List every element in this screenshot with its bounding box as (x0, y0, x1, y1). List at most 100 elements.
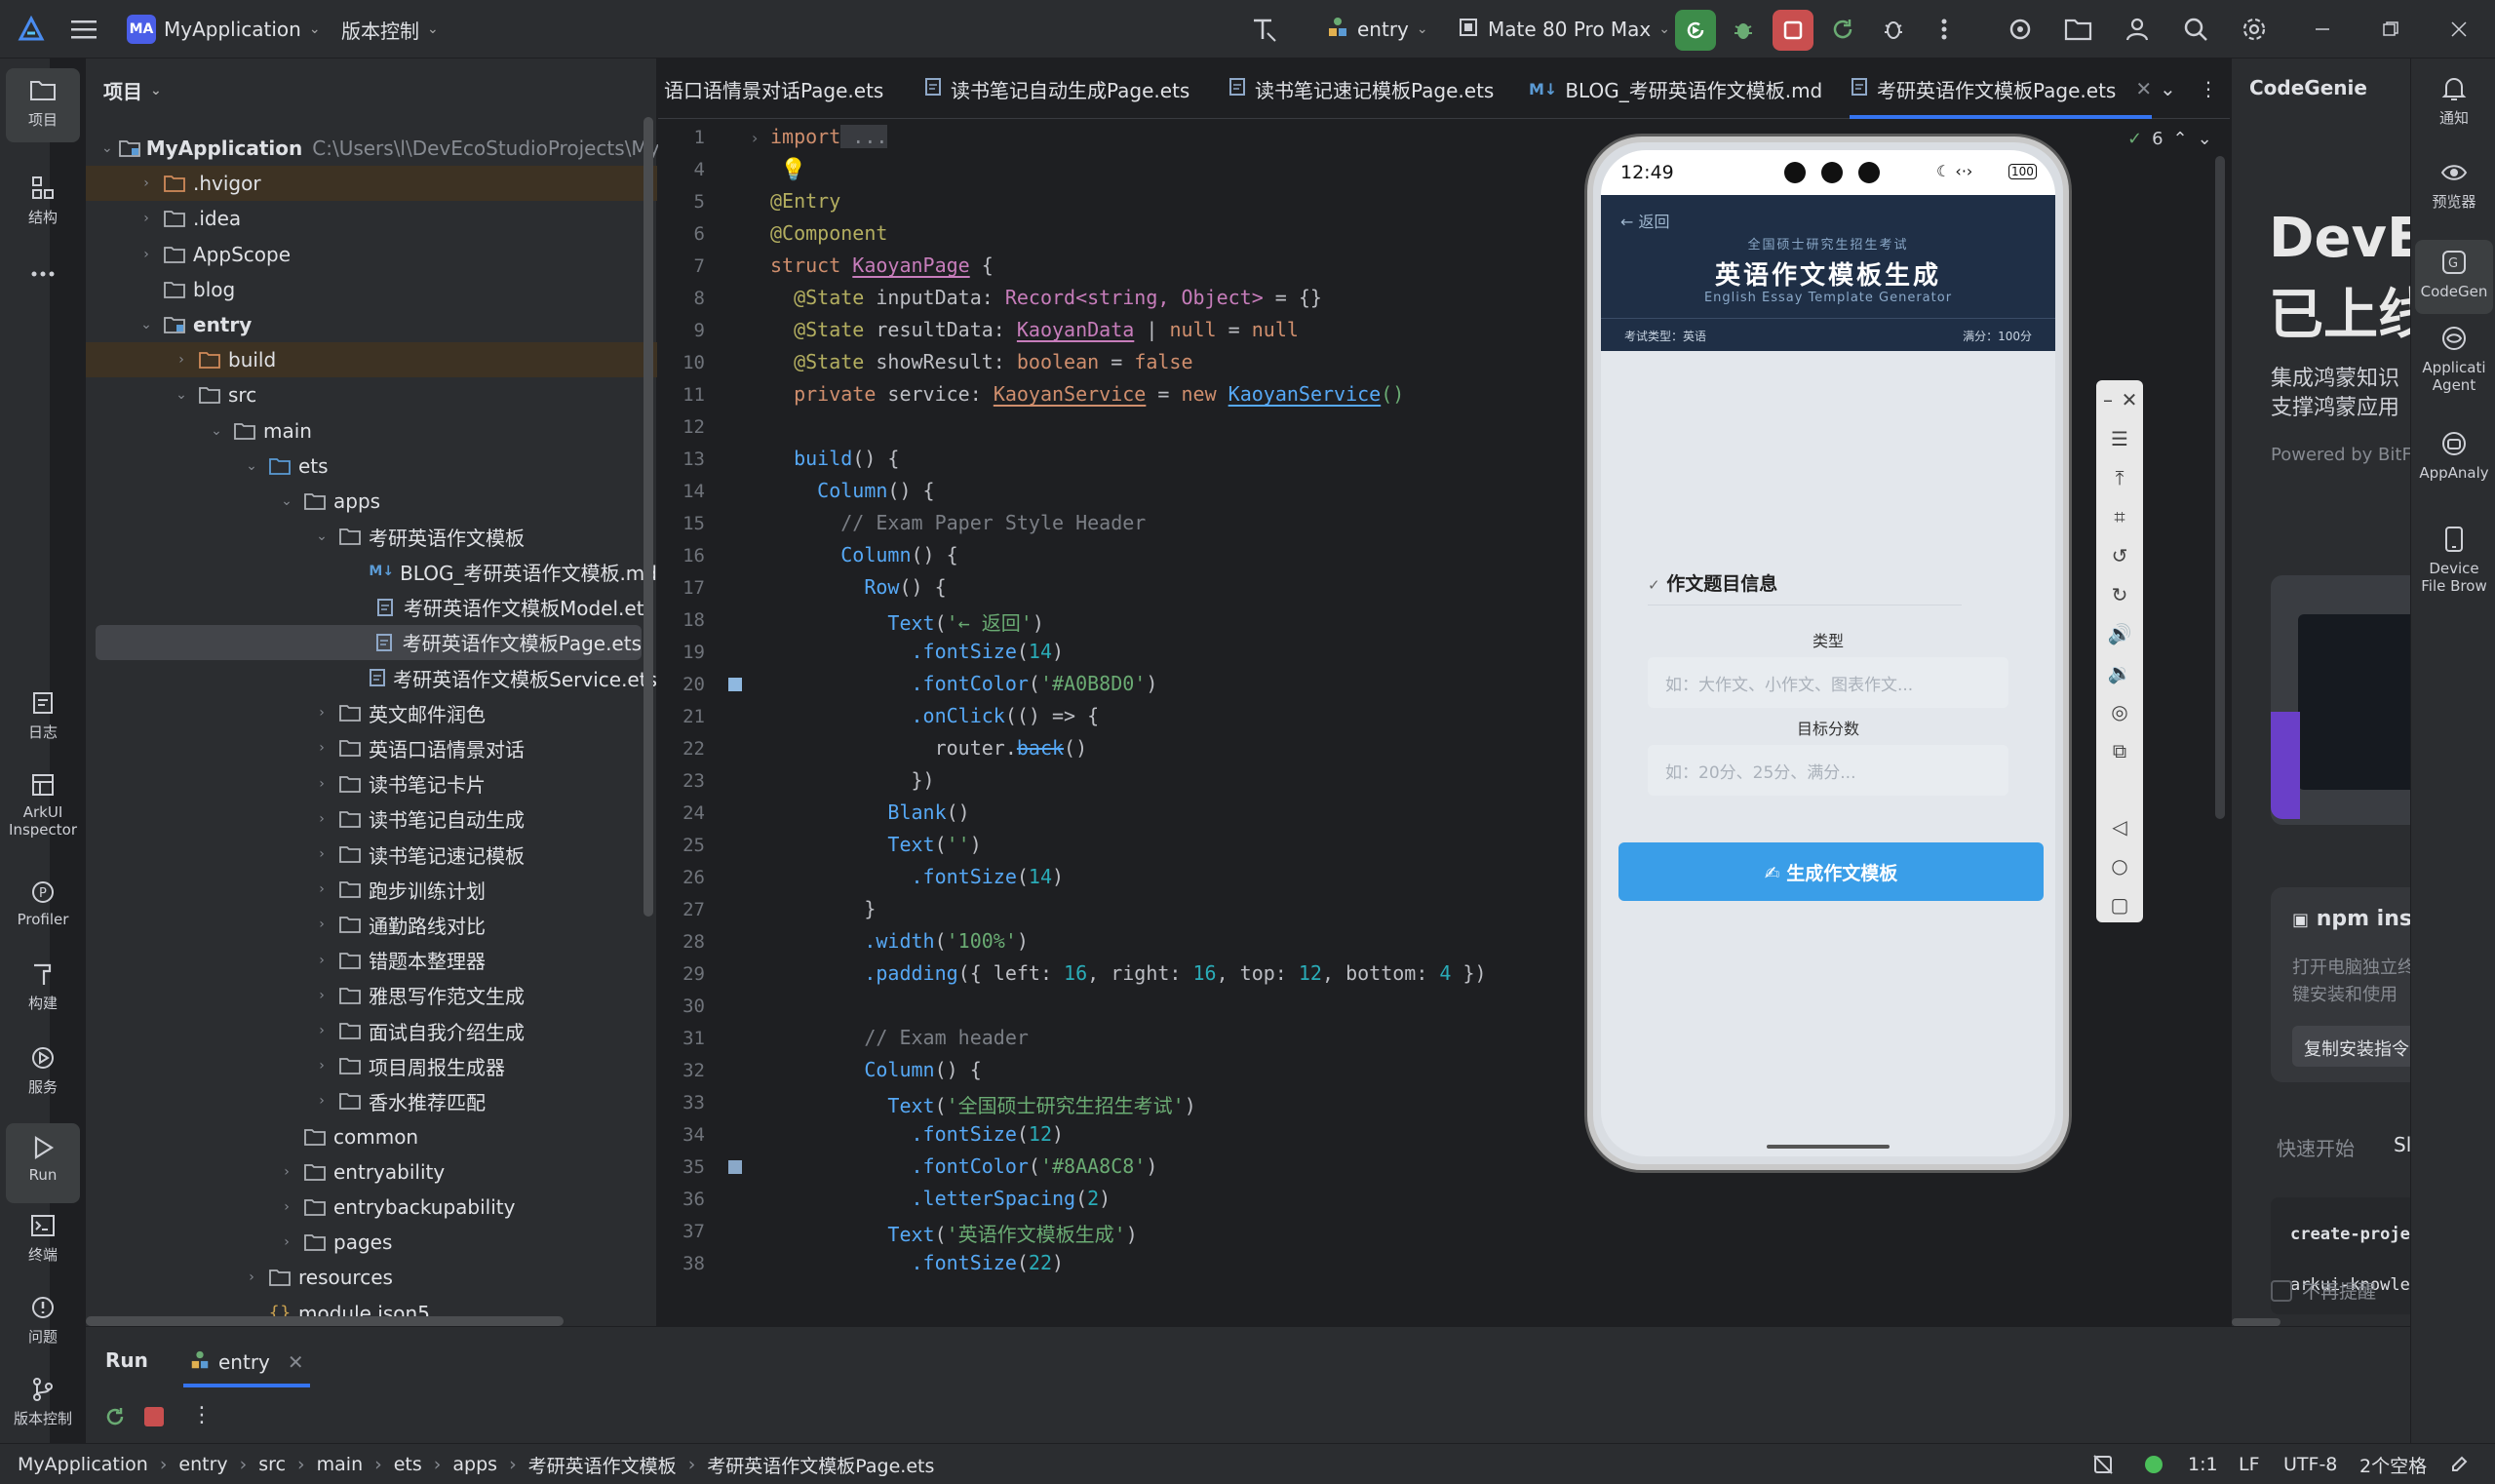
breadcrumb-item[interactable]: ets (394, 1454, 422, 1475)
tree-item[interactable]: › build (86, 342, 657, 378)
tree-item[interactable]: › resources (86, 1260, 657, 1295)
screenshot-icon[interactable]: ⧉ (2108, 739, 2131, 762)
fold-toggle-icon[interactable]: › (752, 129, 758, 147)
vcs-tool-button[interactable]: 版本控制 (0, 1375, 86, 1428)
tree-item[interactable]: › 通勤路线对比 (86, 907, 657, 942)
chevron-right-icon[interactable]: › (242, 1269, 261, 1285)
chevron-right-icon[interactable]: › (312, 1058, 331, 1074)
rotate-left-icon[interactable]: ↺ (2108, 544, 2131, 567)
volume-down-icon[interactable]: 🔉 (2108, 661, 2132, 684)
breadcrumb-item[interactable]: apps (452, 1454, 497, 1475)
chevron-right-icon[interactable]: › (312, 1093, 331, 1109)
settings-gear-icon[interactable] (2239, 14, 2270, 45)
application-agent-button[interactable]: Applicati Agent (2415, 324, 2493, 394)
project-panel-header[interactable]: 项目 ⌄ (103, 76, 162, 104)
tree-item[interactable]: › .idea (86, 201, 657, 236)
horizontal-scrollbar[interactable] (86, 1316, 564, 1326)
chevron-down-icon[interactable]: ⌄ (136, 317, 156, 332)
run-config-selector[interactable]: entry ⌄ (1326, 0, 1428, 59)
tab-list-chevron-icon[interactable]: ⌄ (2160, 59, 2176, 119)
nav-recent-icon[interactable]: ▢ (2108, 893, 2131, 917)
chevron-down-icon[interactable]: ⌄ (277, 493, 296, 509)
inspection-widget[interactable]: ✓ 6 ⌃ ⌄ (2127, 129, 2212, 149)
type-input[interactable]: 如：大作文、小作文、图表作文... (1648, 657, 2008, 708)
chevron-down-icon[interactable]: ⌄ (172, 387, 191, 403)
close-icon[interactable]: ✕ (2122, 388, 2138, 411)
structure-tool-button[interactable]: 结构 (6, 174, 80, 227)
tree-item[interactable]: › 错题本整理器 (86, 943, 657, 978)
tab-more-icon[interactable]: ⋮ (2199, 59, 2218, 119)
more-tools-icon[interactable] (6, 259, 80, 293)
maximize-window-icon[interactable] (2375, 14, 2406, 45)
close-tab-icon[interactable]: ✕ (2135, 77, 2152, 100)
stop-button[interactable] (1773, 10, 1813, 51)
rerun-icon[interactable] (103, 1405, 127, 1433)
chevron-right-icon[interactable]: › (312, 776, 331, 792)
breadcrumb-item[interactable]: MyApplication (18, 1454, 148, 1475)
chevron-right-icon[interactable]: › (312, 811, 331, 827)
tab-spoken-english[interactable]: 语口语情景对话Page.ets (664, 59, 883, 119)
indent-setting[interactable]: 2个空格 (2359, 1444, 2427, 1484)
tree-item[interactable]: ⌄ 考研英语作文模板 (86, 519, 657, 554)
editor-scrollbar[interactable] (2215, 156, 2225, 819)
status-ok-icon[interactable] (2145, 1444, 2163, 1484)
tree-item[interactable]: 考研英语作文模板Page.ets (96, 624, 642, 660)
minimize-window-icon[interactable] (2307, 14, 2338, 45)
debug-icon[interactable] (1728, 14, 1759, 45)
rotate-right-icon[interactable]: ↻ (2108, 583, 2131, 606)
chevron-right-icon[interactable]: › (312, 988, 331, 1003)
tree-item[interactable]: › 读书笔记速记模板 (86, 837, 657, 872)
pin-top-icon[interactable]: ⤒ (2108, 466, 2131, 489)
vcs-menu[interactable]: 版本控制 ⌄ (341, 0, 439, 59)
tree-item[interactable]: › pages (86, 1225, 657, 1260)
terminal-tool-button[interactable]: 终端 (6, 1211, 80, 1265)
tree-item[interactable]: › entryability (86, 1154, 657, 1190)
notifications-button[interactable]: 通知 (2415, 74, 2493, 127)
project-switcher[interactable]: MA MyApplication ⌄ (127, 0, 321, 59)
tab-skills[interactable]: Sl (2394, 1133, 2410, 1156)
device-file-browser-button[interactable]: Device File Brow (2415, 525, 2493, 595)
chevron-right-icon[interactable]: › (312, 1023, 331, 1038)
nav-back-icon[interactable]: ◁ (2108, 815, 2131, 839)
build-tool-button[interactable]: 构建 (6, 959, 80, 1013)
tree-item[interactable]: common (86, 1119, 657, 1154)
tree-item[interactable]: ⌄ main (86, 413, 657, 449)
run-tab-entry[interactable]: entry ✕ (183, 1341, 310, 1387)
tree-item[interactable]: › 英文邮件润色 (86, 695, 657, 730)
account-icon[interactable] (2122, 14, 2153, 45)
close-window-icon[interactable] (2443, 14, 2475, 45)
breadcrumb-item[interactable]: 考研英语作文模板Page.ets (707, 1452, 934, 1478)
previewer-button[interactable]: 预览器 (2415, 158, 2493, 211)
tree-item[interactable]: › 跑步训练计划 (86, 872, 657, 907)
chevron-right-icon[interactable]: › (312, 917, 331, 932)
lightbulb-icon[interactable]: 💡 (780, 158, 806, 182)
chevron-down-icon[interactable]: ⌄ (207, 423, 226, 439)
tree-item[interactable]: blog (86, 272, 657, 307)
services-tool-button[interactable]: 服务 (6, 1043, 80, 1097)
nav-home-icon[interactable]: ○ (2108, 854, 2131, 878)
chevron-right-icon[interactable]: › (277, 1164, 296, 1180)
log-tool-button[interactable]: 日志 (6, 688, 80, 742)
chevron-right-icon[interactable]: › (277, 1234, 296, 1250)
tree-item[interactable]: › entrybackupability (86, 1190, 657, 1225)
search-icon[interactable] (2180, 14, 2211, 45)
chevron-right-icon[interactable]: › (312, 881, 331, 897)
chevron-right-icon[interactable]: › (277, 1199, 296, 1215)
tab-quickstart[interactable]: 快速开始 (2277, 1133, 2355, 1161)
chevron-down-icon[interactable]: ⌄ (2198, 129, 2212, 149)
tab-essay-page[interactable]: 考研英语作文模板Page.ets ✕ (1850, 59, 2153, 119)
tree-item[interactable]: › 香水推荐匹配 (86, 1083, 657, 1118)
tree-item[interactable]: › 项目周报生成器 (86, 1048, 657, 1083)
tree-item[interactable]: › .hvigor (86, 166, 657, 202)
power-save-icon[interactable] (2092, 1444, 2114, 1484)
file-encoding[interactable]: UTF-8 (2283, 1444, 2337, 1484)
problems-tool-button[interactable]: 问题 (6, 1293, 80, 1347)
tree-item[interactable]: ⌄ src (86, 377, 657, 412)
chevron-right-icon[interactable]: › (136, 176, 156, 191)
stop-icon[interactable] (144, 1407, 164, 1426)
tree-item[interactable]: › 英语口语情景对话 (86, 730, 657, 765)
chevron-right-icon[interactable]: › (136, 211, 156, 226)
codegenie-button[interactable]: G CodeGen (2415, 240, 2493, 314)
profiler-tool-button[interactable]: P Profiler (6, 878, 80, 928)
minimize-icon[interactable]: – (2100, 388, 2116, 411)
